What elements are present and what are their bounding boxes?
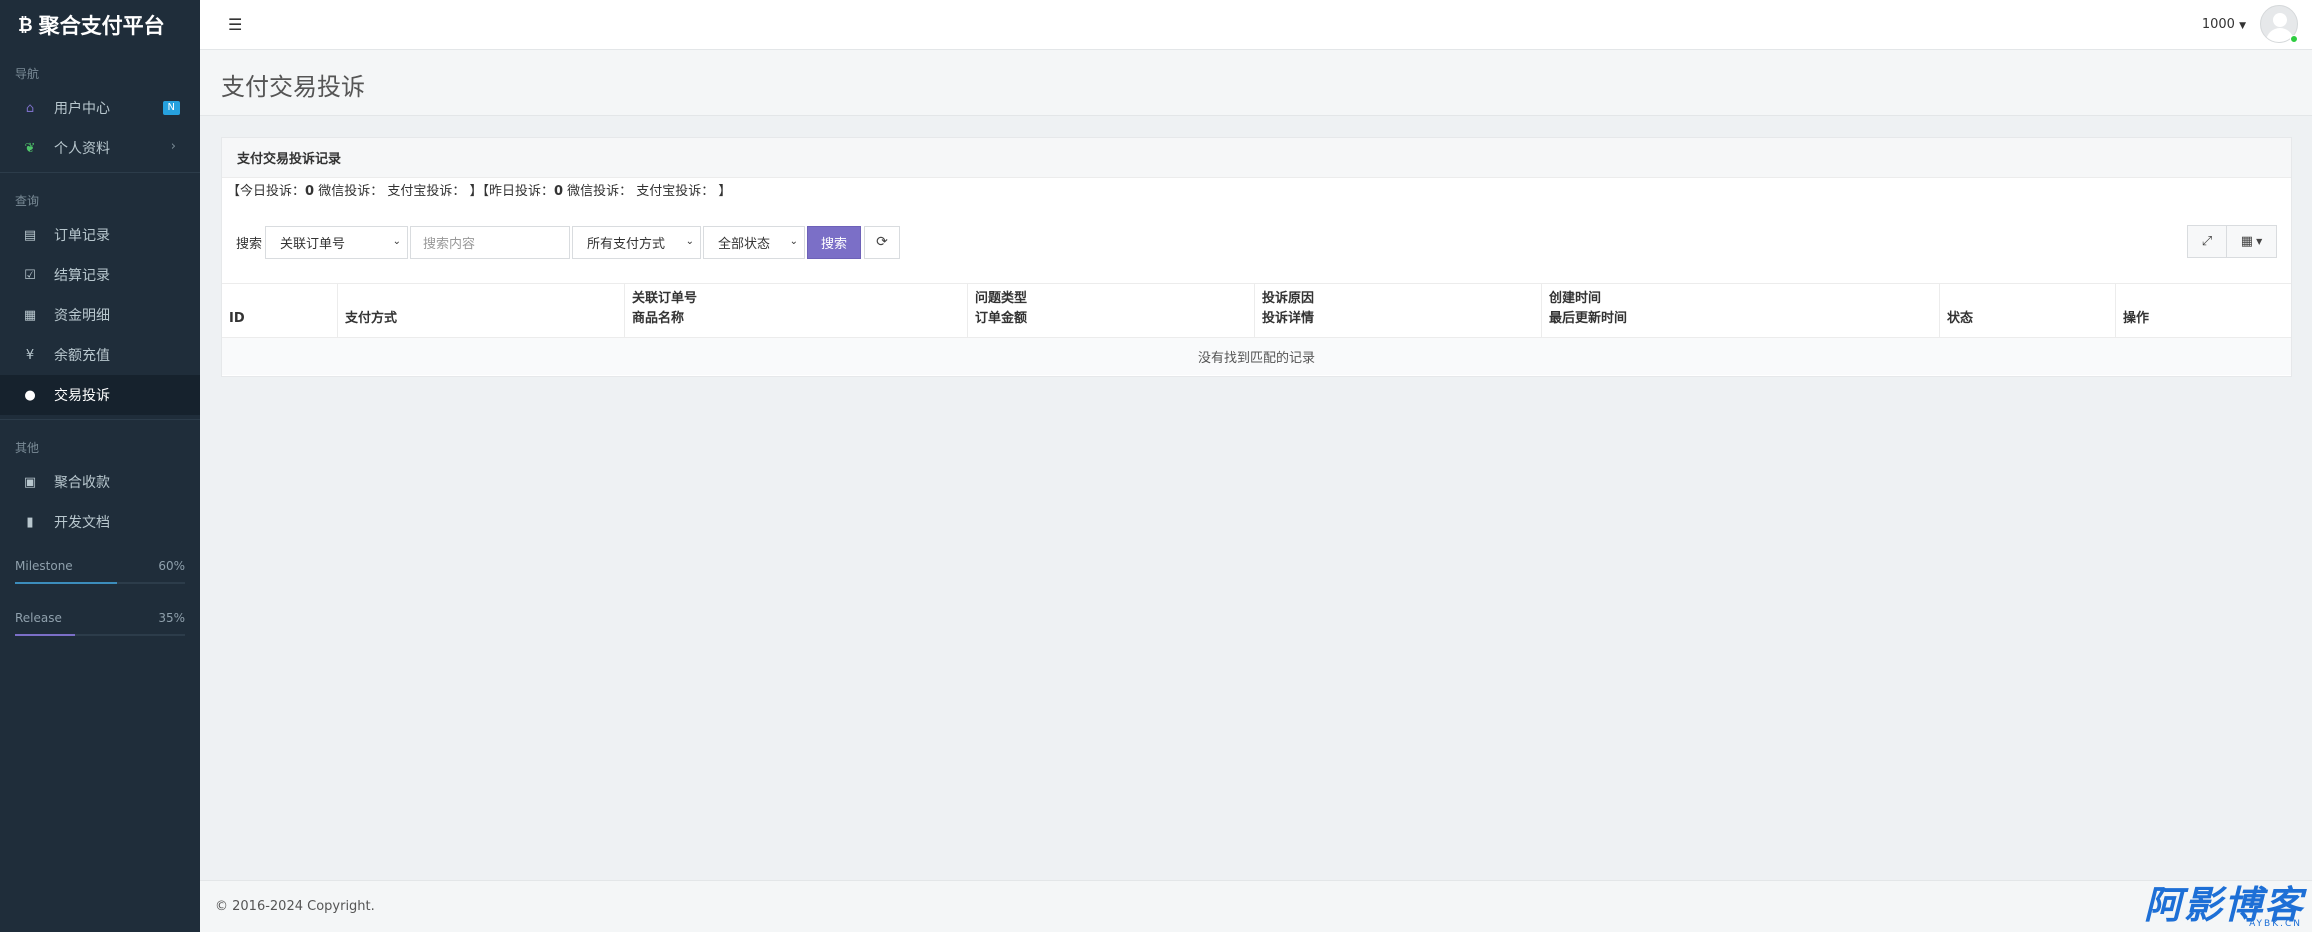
search-label: 搜索 <box>236 236 263 252</box>
expand-icon: ⤢ <box>2201 234 2213 249</box>
search-input[interactable]: 搜索内容 <box>410 225 571 259</box>
fullscreen-button[interactable]: ⤢ <box>2187 225 2227 258</box>
brand-title: 聚合支付平台 <box>38 14 165 38</box>
sidebar-item-complaints[interactable]: ● 交易投诉 <box>0 375 200 415</box>
progress-track <box>15 634 185 636</box>
copyright: © 2016-2024 Copyright. <box>215 899 375 914</box>
leaf-icon: ❦ <box>24 140 36 156</box>
col-id[interactable]: ID <box>222 284 338 337</box>
sidebar-divider <box>0 419 200 420</box>
table-icon: ▦ <box>23 307 37 323</box>
sidebar-item-user-center[interactable]: ⌂ 用户中心 N <box>0 88 200 128</box>
caret-down-icon: ▼ <box>2239 21 2246 31</box>
search-button[interactable]: 搜索 <box>807 225 862 259</box>
user-dropdown[interactable]: 1000 ▼ <box>2202 17 2246 32</box>
home-icon: ⌂ <box>25 100 35 116</box>
page-header: 支付交易投诉 <box>200 50 2312 116</box>
online-status-dot <box>2290 35 2298 43</box>
table-header: ID 支付方式 关联订单号 商品名称 问题类型 订单金额 投诉原因 投诉详情 创建时间… <box>222 283 2291 338</box>
sidebar-item-aggregate-pay[interactable]: ▣ 聚合收款 <box>0 462 200 502</box>
qrcode-icon: ▣ <box>23 474 37 490</box>
col-status[interactable]: 状态 <box>1940 284 2116 337</box>
col-order-product[interactable]: 关联订单号 商品名称 <box>625 284 968 337</box>
progress-label: Release <box>15 611 62 625</box>
sidebar: ₿ 聚合支付平台 导航 ⌂ 用户中心 N ❦ 个人资料 › 查询 ▤ 订单记录 … <box>0 0 200 932</box>
footer: © 2016-2024 Copyright. 阿影博客 AYBK.CN <box>200 880 2312 932</box>
chevron-right-icon: › <box>170 139 176 154</box>
brand[interactable]: ₿ 聚合支付平台 <box>0 0 200 50</box>
chevron-down-icon: ⌄ <box>392 235 402 247</box>
sidebar-section-query: 查询 <box>15 194 40 208</box>
progress-value: 60% <box>158 559 185 573</box>
sidebar-item-label: 开发文档 <box>54 515 110 531</box>
sidebar-item-label: 订单记录 <box>54 228 110 244</box>
page-title: 支付交易投诉 <box>221 73 365 101</box>
topbar: ☰ 1000 ▼ <box>200 0 2312 50</box>
progress-value: 35% <box>158 611 185 625</box>
complaints-table: ID 支付方式 关联订单号 商品名称 问题类型 订单金额 投诉原因 投诉详情 创建时间… <box>222 283 2291 375</box>
sidebar-section-nav: 导航 <box>15 67 40 81</box>
pay-method-select[interactable]: 所有支付方式 ⌄ <box>572 225 702 259</box>
sidebar-section-other: 其他 <box>15 441 40 455</box>
sidebar-item-label: 结算记录 <box>54 268 110 284</box>
col-type-amount[interactable]: 问题类型 订单金额 <box>968 284 1255 337</box>
today-count: 0 <box>305 184 315 199</box>
comment-icon: ● <box>24 387 36 403</box>
user-name: 1000 <box>2201 17 2235 32</box>
bitcoin-logo-icon: ₿ <box>18 14 33 36</box>
sidebar-item-funds[interactable]: ▦ 资金明细 <box>0 295 200 335</box>
col-created-updated[interactable]: 创建时间 最后更新时间 <box>1542 284 1940 337</box>
sidebar-item-settlements[interactable]: ☑ 结算记录 <box>0 255 200 295</box>
progress-fill <box>15 634 75 636</box>
sidebar-item-label: 余额充值 <box>54 348 110 364</box>
sidebar-item-profile[interactable]: ❦ 个人资料 › <box>0 128 200 168</box>
table-tools: ⤢ ▦ ▼ <box>2187 225 2277 258</box>
sidebar-item-label: 个人资料 <box>54 141 110 157</box>
sidebar-item-orders[interactable]: ▤ 订单记录 <box>0 215 200 255</box>
refresh-icon: ⟳ <box>876 234 888 250</box>
col-actions[interactable]: 操作 <box>2116 284 2291 337</box>
sidebar-item-recharge[interactable]: ¥ 余额充值 <box>0 335 200 375</box>
progress-track <box>15 582 185 584</box>
search-field-select[interactable]: 关联订单号 ⌄ <box>265 225 409 259</box>
sidebar-divider <box>0 172 200 173</box>
refresh-button[interactable]: ⟳ <box>864 225 901 259</box>
yen-icon: ¥ <box>25 347 35 363</box>
new-badge: N <box>162 101 180 115</box>
list-icon: ▤ <box>23 227 37 243</box>
chevron-down-icon: ⌄ <box>789 235 799 247</box>
sidebar-item-label: 用户中心 <box>54 101 110 117</box>
search-toolbar: 搜索 关联订单号 ⌄ 搜索内容 所有支付方式 ⌄ 全部状态 ⌄ 搜索 ⟳ <box>236 225 901 259</box>
sidebar-item-label: 交易投诉 <box>54 388 110 404</box>
columns-button[interactable]: ▦ ▼ <box>2227 225 2277 258</box>
progress-label: Milestone <box>15 559 73 573</box>
grid-icon: ▦ <box>2240 234 2254 249</box>
progress-milestone: Milestone 60% <box>0 556 200 584</box>
col-pay-method[interactable]: 支付方式 <box>338 284 625 337</box>
sidebar-item-docs[interactable]: ▮ 开发文档 <box>0 502 200 542</box>
progress-release: Release 35% <box>0 608 200 636</box>
book-icon: ▮ <box>26 514 34 530</box>
status-select[interactable]: 全部状态 ⌄ <box>703 225 806 259</box>
check-square-icon: ☑ <box>24 267 36 283</box>
caret-down-icon: ▼ <box>2256 237 2263 246</box>
menu-toggle-icon[interactable]: ☰ <box>228 15 242 34</box>
sidebar-item-label: 资金明细 <box>54 308 110 324</box>
chevron-down-icon: ⌄ <box>685 235 695 247</box>
complaint-stats: 【今日投诉：0 微信投诉： 支付宝投诉： 】【昨日投诉：0 微信投诉： 支付宝投… <box>227 184 732 199</box>
sidebar-item-label: 聚合收款 <box>54 475 110 491</box>
empty-row: 没有找到匹配的记录 <box>222 338 2291 375</box>
progress-fill <box>15 582 117 584</box>
complaints-panel: 支付交易投诉记录 【今日投诉：0 微信投诉： 支付宝投诉： 】【昨日投诉：0 微… <box>221 137 2292 377</box>
yesterday-count: 0 <box>553 184 564 199</box>
panel-title: 支付交易投诉记录 <box>222 138 2291 178</box>
col-reason-detail[interactable]: 投诉原因 投诉详情 <box>1255 284 1542 337</box>
watermark-sub: AYBK.CN <box>2249 919 2302 929</box>
